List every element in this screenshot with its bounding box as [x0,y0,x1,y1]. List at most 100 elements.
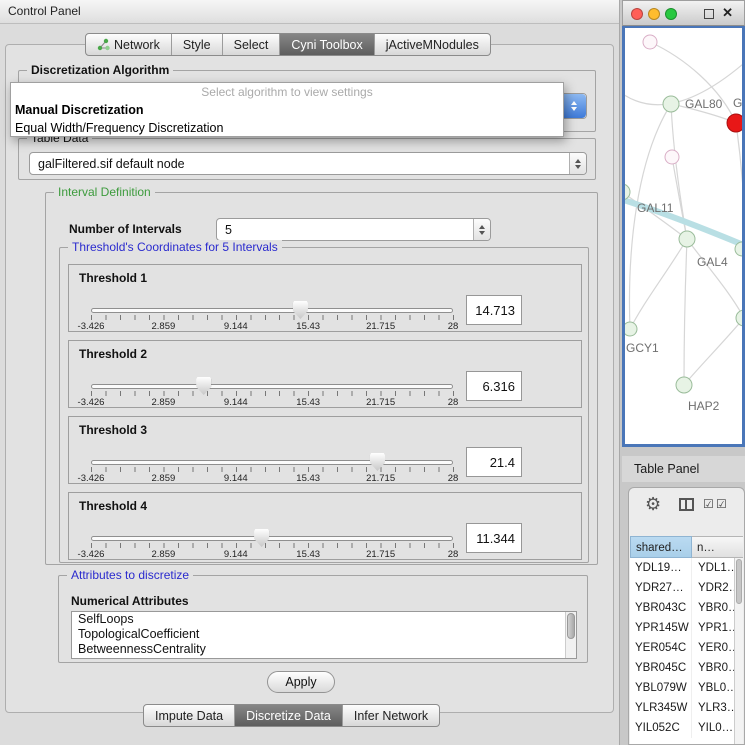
spinner-arrows-icon[interactable] [569,153,586,174]
scale-label: 21.715 [366,473,395,484]
scale-label: -3.426 [78,473,105,484]
tab-jactivemnodules[interactable]: jActiveMNodules [374,34,490,55]
tab-network[interactable]: Network [86,34,171,55]
network-edge[interactable] [687,239,742,318]
network-edge[interactable] [736,123,742,318]
tab-style[interactable]: Style [171,34,222,55]
table-cell[interactable]: YDL19… [630,558,692,578]
table-row[interactable]: YER054CYER0… [630,638,743,658]
combobox-arrows-icon[interactable] [562,94,586,118]
table-toolbar: ⚙ ☑ ☑ [629,488,744,528]
table-row[interactable]: YDR27…YDR2… [630,578,743,598]
table-row[interactable]: YIL052CYIL0… [630,718,743,738]
table-cell[interactable]: YDR27… [630,578,692,598]
table-row[interactable]: YBR043CYBR0… [630,598,743,618]
network-edge[interactable] [625,58,742,105]
threshold-box: Threshold 1 -3.4262.8599.14415.4321.7152… [68,264,582,332]
table-row[interactable]: YLR345WYLR3… [630,698,743,718]
network-node-gal80[interactable] [663,96,679,112]
gear-icon[interactable]: ⚙ [645,494,661,515]
table-row[interactable]: YBR045CYBR0… [630,658,743,678]
network-node-gcy1[interactable] [625,322,637,336]
slider-ticks [91,543,454,548]
scale-label: 15.43 [296,397,320,408]
attributes-listbox[interactable]: SelfLoopsTopologicalCoefficientBetweenne… [71,611,577,659]
apply-button[interactable]: Apply [267,671,335,693]
network-edge[interactable] [684,239,687,385]
threshold-slider[interactable]: -3.4262.8599.14415.4321.71528 [91,453,453,483]
network-edge[interactable] [630,239,687,329]
threshold-label: Threshold 3 [79,423,147,437]
tab-cyni-toolbox[interactable]: Cyni Toolbox [279,34,373,55]
algorithm-option[interactable]: Equal Width/Frequency Discretization [11,119,563,137]
bottom-tab-infer-network[interactable]: Infer Network [342,705,439,726]
scale-label: 2.859 [152,321,176,332]
select-all-icon[interactable]: ☑ [703,497,714,511]
threshold-value-field[interactable] [466,523,522,553]
table-data-combobox-value: galFiltered.sif default node [38,157,185,171]
network-node[interactable] [727,114,742,132]
network-canvas[interactable]: GAL80GAL4GCY1HAP2GAL11GA [622,26,745,447]
scale-label: -3.426 [78,549,105,560]
slider-track[interactable] [91,536,453,541]
table-cell[interactable]: YBR045C [630,658,692,678]
threshold-value-field[interactable] [466,295,522,325]
columns-icon[interactable] [679,498,694,511]
attribute-list-item[interactable]: BetweennessCentrality [72,642,576,657]
table-row[interactable]: YBL079WYBL0… [630,678,743,698]
threshold-slider[interactable]: -3.4262.8599.14415.4321.71528 [91,301,453,331]
network-edge[interactable] [672,157,687,239]
spinner-arrows-icon[interactable] [473,219,490,240]
slider-track[interactable] [91,384,453,389]
threshold-slider[interactable]: -3.4262.8599.14415.4321.71528 [91,377,453,407]
mac-zoom-button[interactable] [665,8,677,20]
close-window-icon[interactable]: ✕ [722,5,733,21]
table-cell[interactable]: YER054C [630,638,692,658]
attribute-list-item[interactable]: SelfLoops [72,612,576,627]
table-row[interactable]: YDL19…YDL1… [630,558,743,578]
attribute-list-item[interactable]: TopologicalCoefficient [72,627,576,642]
table-scrollbar[interactable] [734,558,743,744]
bottom-tab-discretize-data[interactable]: Discretize Data [234,705,342,726]
scale-label: 9.144 [224,321,248,332]
slider-track[interactable] [91,308,453,313]
slider-track[interactable] [91,460,453,465]
network-node[interactable] [736,310,742,326]
bottom-tab-impute-data[interactable]: Impute Data [144,705,234,726]
attributes-scrollbar[interactable] [565,612,576,658]
table-cell[interactable]: YLR345W [630,698,692,718]
table-cell[interactable]: YIL052C [630,718,692,738]
scale-label: 28 [448,397,459,408]
table-row[interactable]: YPR145WYPR1… [630,618,743,638]
scale-label: 15.43 [296,549,320,560]
mac-minimize-button[interactable] [648,8,660,20]
table-data-combobox[interactable]: galFiltered.sif default node [29,152,587,175]
scale-label: 2.859 [152,549,176,560]
network-node[interactable] [643,35,657,49]
threshold-slider[interactable]: -3.4262.8599.14415.4321.71528 [91,529,453,559]
network-edge[interactable] [625,192,687,239]
scrollbar-thumb[interactable] [567,613,575,639]
number-of-intervals-value: 5 [225,223,232,237]
network-node-gal4[interactable] [679,231,695,247]
threshold-value-field[interactable] [466,447,522,477]
table-cell[interactable]: YBR043C [630,598,692,618]
tab-label: Infer Network [354,709,428,723]
slider-scale: -3.4262.8599.14415.4321.71528 [91,321,453,333]
network-node[interactable] [665,150,679,164]
select-none-icon[interactable]: ☑ [716,497,727,511]
algorithm-option[interactable]: Manual Discretization [11,101,563,119]
mac-close-button[interactable] [631,8,643,20]
column-header-shared[interactable]: shared… [630,536,692,558]
float-window-icon[interactable] [704,9,714,19]
network-node-hap2[interactable] [676,377,692,393]
scrollbar-thumb[interactable] [736,559,742,604]
tab-select[interactable]: Select [222,34,280,55]
column-header-name[interactable]: n… [692,536,743,558]
network-edge[interactable] [684,318,742,385]
table-cell[interactable]: YPR145W [630,618,692,638]
table-cell[interactable]: YBL079W [630,678,692,698]
threshold-value-field[interactable] [466,371,522,401]
scale-label: 9.144 [224,473,248,484]
number-of-intervals-combobox[interactable]: 5 [216,218,491,241]
